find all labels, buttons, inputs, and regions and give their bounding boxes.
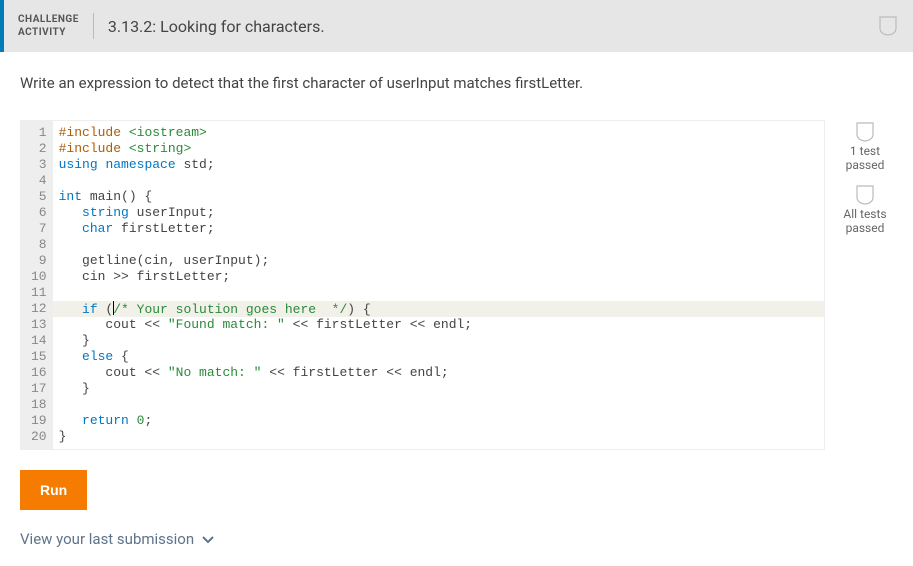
highlighted-line[interactable]: if (/* Your solution goes here */) { bbox=[53, 301, 824, 317]
line-number: 15 bbox=[31, 349, 47, 365]
shield-icon bbox=[856, 185, 874, 205]
view-last-submission-link[interactable]: View your last submission bbox=[20, 530, 893, 548]
line-number: 1 bbox=[31, 125, 47, 141]
line-number: 11 bbox=[31, 285, 47, 301]
line-number: 17 bbox=[31, 381, 47, 397]
status-text-2: All tests passed bbox=[837, 207, 893, 236]
line-number: 18 bbox=[31, 397, 47, 413]
line-number: 7 bbox=[31, 221, 47, 237]
shield-icon bbox=[856, 122, 874, 142]
line-number: 10 bbox=[31, 269, 47, 285]
line-number: 13 bbox=[31, 317, 47, 333]
chevron-down-icon bbox=[202, 530, 214, 548]
activity-content: Write an expression to detect that the f… bbox=[0, 52, 913, 566]
activity-label-line2: ACTIVITY bbox=[18, 26, 79, 39]
activity-header: CHALLENGE ACTIVITY 3.13.2: Looking for c… bbox=[0, 0, 913, 52]
activity-title: 3.13.2: Looking for characters. bbox=[108, 17, 879, 36]
shield-icon bbox=[879, 16, 897, 36]
line-number: 19 bbox=[31, 413, 47, 429]
test-status-column: 1 test passed All tests passed bbox=[837, 120, 893, 242]
line-number: 4 bbox=[31, 173, 47, 189]
line-number: 16 bbox=[31, 365, 47, 381]
activity-label-line1: CHALLENGE bbox=[18, 13, 79, 26]
workspace: 1234567891011121314151617181920 #include… bbox=[20, 120, 893, 450]
line-number: 6 bbox=[31, 205, 47, 221]
line-number: 20 bbox=[31, 429, 47, 445]
status-text-1: 1 test passed bbox=[837, 144, 893, 173]
line-number: 12 bbox=[31, 301, 47, 317]
code-editor[interactable]: 1234567891011121314151617181920 #include… bbox=[20, 120, 825, 450]
test-status-2: All tests passed bbox=[837, 185, 893, 236]
line-number: 2 bbox=[31, 141, 47, 157]
line-number: 9 bbox=[31, 253, 47, 269]
run-button[interactable]: Run bbox=[20, 470, 87, 510]
prompt-text: Write an expression to detect that the f… bbox=[20, 74, 893, 92]
line-number: 14 bbox=[31, 333, 47, 349]
activity-type-label: CHALLENGE ACTIVITY bbox=[4, 13, 94, 39]
code-lines[interactable]: #include <iostream> #include <string> us… bbox=[53, 121, 824, 449]
test-status-1: 1 test passed bbox=[837, 122, 893, 173]
line-number: 3 bbox=[31, 157, 47, 173]
submission-link-text: View your last submission bbox=[20, 530, 194, 548]
line-number: 5 bbox=[31, 189, 47, 205]
line-number-gutter: 1234567891011121314151617181920 bbox=[21, 121, 53, 449]
line-number: 8 bbox=[31, 237, 47, 253]
